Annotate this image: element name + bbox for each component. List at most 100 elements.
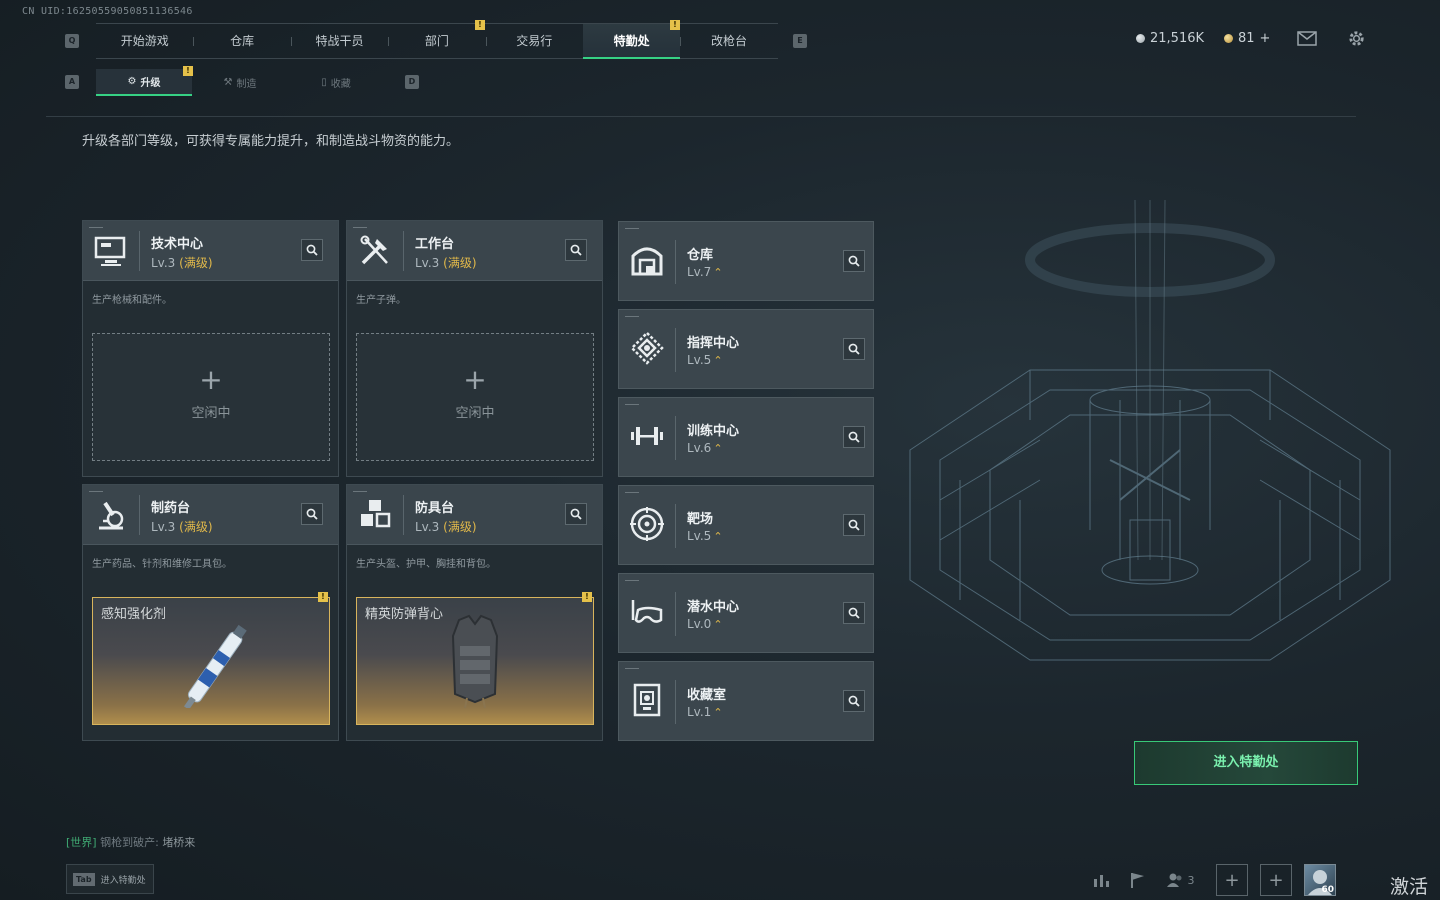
special-ops-alert-badge: ! (670, 20, 680, 30)
dept-card-header[interactable]: 技术中心 Lv.3 (满级) (83, 221, 338, 281)
bottom-toolbar: 3 + + 60 (1084, 860, 1336, 900)
uid-label: CN UID:16250559050851136546 (22, 6, 193, 17)
add-teammate-slot-1[interactable]: + (1216, 864, 1248, 896)
dept-max-label: (满级) (443, 520, 477, 534)
search-icon[interactable] (843, 690, 865, 712)
upgrade-icon: ⚙ (127, 76, 137, 87)
corner-mark (89, 491, 103, 492)
flag-icon[interactable] (1120, 862, 1156, 898)
friends-icon (1166, 873, 1181, 887)
chat-channel: [世界] (66, 836, 97, 849)
tab-operators[interactable]: 特战干员 (290, 24, 388, 59)
dept-level: Lv.3 (满级) (415, 518, 477, 535)
tab-hint-label: 进入特勤处 (100, 875, 146, 886)
departments-alert-badge: ! (475, 20, 485, 30)
chat-sender: 钢枪到破产: (100, 836, 159, 849)
search-icon[interactable] (843, 338, 865, 360)
facility-level-value: Lv.5 (687, 529, 712, 543)
dept-description: 生产药品、针剂和维修工具包。 (92, 559, 232, 570)
corner-mark (353, 227, 367, 228)
dept-level: Lv.3 (满级) (415, 254, 477, 271)
settings-gear-icon[interactable] (1347, 29, 1366, 52)
stats-chart-icon[interactable] (1084, 862, 1120, 898)
facility-warehouse[interactable]: 仓库 Lv.7 ⌃ (618, 221, 874, 301)
gold-currency[interactable]: 81 + (1224, 31, 1270, 46)
silver-amount: 21,516K (1150, 31, 1205, 46)
upgrade-arrow-icon: ⌃ (713, 618, 723, 631)
syringe-icon (183, 624, 247, 708)
search-icon[interactable] (565, 503, 587, 525)
dept-card-workbench: 工作台 Lv.3 (满级) 生产子弹。 + 空闲中 (346, 220, 603, 477)
divider (139, 231, 140, 271)
friends-button[interactable]: 3 (1156, 862, 1204, 898)
command-emblem-icon (630, 331, 664, 365)
tab-warehouse[interactable]: 仓库 (193, 24, 290, 59)
tab-special-ops[interactable]: 特勤处 (582, 24, 681, 59)
chat-message: 堵桥来 (162, 836, 196, 849)
subtab-collection[interactable]: ▯ 收藏 (288, 69, 384, 96)
tools-icon (360, 235, 388, 265)
dept-card-tech-center: 技术中心 Lv.3 (满级) 生产枪械和配件。 + 空闲中 (82, 220, 339, 477)
production-slot-item[interactable]: 感知强化剂 (92, 597, 330, 725)
divider (675, 240, 676, 284)
corner-mark (625, 404, 639, 405)
enter-special-ops-button[interactable]: 进入特勤处 (1134, 741, 1358, 785)
divider (403, 231, 404, 271)
facility-name: 收藏室 (687, 688, 727, 703)
divider (675, 504, 676, 548)
prev-subtab-key-hint: A (65, 75, 79, 89)
gold-add-button[interactable]: + (1260, 31, 1271, 46)
subtab-collection-label: 收藏 (330, 79, 351, 90)
subtab-craft[interactable]: ⚒ 制造 (192, 69, 288, 96)
diving-mask-icon (631, 600, 663, 623)
divider (675, 592, 676, 636)
search-icon[interactable] (565, 239, 587, 261)
add-teammate-slot-2[interactable]: + (1260, 864, 1292, 896)
dept-card-header[interactable]: 防具台 Lv.3 (满级) (347, 485, 602, 545)
facility-diving-center[interactable]: 潜水中心 Lv.0 ⌃ (618, 573, 874, 653)
facility-collection-room[interactable]: 收藏室 Lv.1 ⌃ (618, 661, 874, 741)
dept-name: 制药台 (151, 501, 191, 516)
divider (675, 416, 676, 460)
player-avatar[interactable]: 60 (1304, 864, 1336, 896)
gold-amount: 81 (1238, 31, 1255, 46)
dept-description: 生产头盔、护甲、胸挂和背包。 (356, 559, 496, 570)
search-icon[interactable] (843, 250, 865, 272)
item-name: 精英防弹背心 (365, 607, 444, 622)
upgrade-arrow-icon: ⌃ (713, 530, 723, 543)
facility-level: Lv.7 ⌃ (687, 265, 723, 279)
search-icon[interactable] (301, 503, 323, 525)
player-level-badge: 60 (1321, 885, 1334, 895)
dept-level-value: Lv.3 (415, 520, 440, 534)
subtab-upgrade[interactable]: ⚙ 升级 (96, 69, 192, 96)
production-slot-empty[interactable]: + 空闲中 (92, 333, 330, 461)
search-icon[interactable] (843, 602, 865, 624)
dept-level-value: Lv.3 (415, 256, 440, 270)
corner-mark (625, 228, 639, 229)
facility-training-center[interactable]: 训练中心 Lv.6 ⌃ (618, 397, 874, 477)
mail-icon[interactable] (1297, 31, 1317, 50)
facility-command-center[interactable]: 指挥中心 Lv.5 ⌃ (618, 309, 874, 389)
display-case-icon (633, 683, 661, 717)
corner-mark (625, 580, 639, 581)
production-slot-empty[interactable]: + 空闲中 (356, 333, 594, 461)
dept-card-header[interactable]: 制药台 Lv.3 (满级) (83, 485, 338, 545)
search-icon[interactable] (301, 239, 323, 261)
production-slot-item[interactable]: 精英防弹背心 (356, 597, 594, 725)
search-icon[interactable] (843, 514, 865, 536)
facility-name: 仓库 (687, 248, 714, 263)
tab-gunsmith[interactable]: 改枪台 (680, 24, 777, 59)
tab-start-game[interactable]: 开始游戏 (96, 24, 193, 59)
tab-trading[interactable]: 交易行 (485, 24, 583, 59)
tab-shortcut-hint[interactable]: Tab 进入特勤处 (66, 864, 154, 894)
search-icon[interactable] (843, 426, 865, 448)
facility-level: Lv.5 ⌃ (687, 353, 723, 367)
world-chat-line[interactable]: [世界] 钢枪到破产: 堵桥来 (66, 834, 195, 850)
subtab-craft-label: 制造 (236, 79, 257, 90)
facility-name: 潜水中心 (687, 600, 740, 615)
next-tab-key-hint: E (793, 34, 807, 48)
dept-card-header[interactable]: 工作台 Lv.3 (满级) (347, 221, 602, 281)
tab-departments[interactable]: 部门 (388, 24, 485, 59)
cubes-icon (361, 500, 391, 528)
facility-shooting-range[interactable]: 靶场 Lv.5 ⌃ (618, 485, 874, 565)
